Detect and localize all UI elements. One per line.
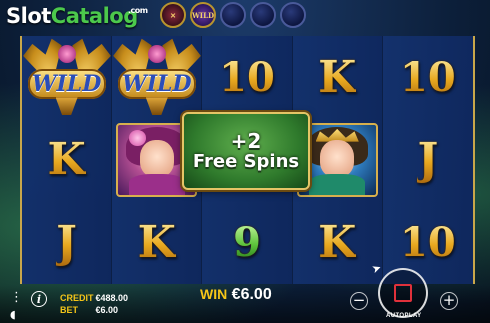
empty-slot-icon (220, 2, 246, 28)
reel-cell: K (112, 201, 203, 284)
wild-symbol: WILD (114, 39, 200, 116)
win-display: WIN €6.00 (200, 286, 272, 304)
logo-com-text: .com (128, 6, 148, 15)
reel-cell: 10 (382, 36, 473, 119)
credit-display: CREDIT €488.00 (60, 293, 128, 303)
reel-cell: 9 (202, 201, 293, 284)
ten-symbol: 10 (400, 219, 456, 267)
reel-cell: J (382, 118, 473, 202)
king-symbol: K (318, 51, 357, 103)
logo-catalog-text: Catalog (50, 4, 138, 28)
menu-icon[interactable]: ⋮ (10, 291, 24, 305)
ten-symbol: 10 (400, 53, 456, 101)
spin-stop-button[interactable] (378, 268, 428, 318)
reel-cell: WILD (22, 36, 112, 119)
king-symbol: K (137, 217, 176, 269)
credit-value: €488.00 (95, 293, 129, 303)
reel-cell: K (292, 36, 383, 119)
decrease-bet-button[interactable]: − (350, 292, 368, 310)
free-spins-count: +2 (230, 129, 262, 154)
free-spins-label: Free Spins (192, 151, 300, 173)
empty-slot-icon (280, 2, 306, 28)
reel-cell: K (292, 201, 383, 284)
credit-label: CREDIT (60, 293, 94, 303)
wild-symbol: WILD (24, 39, 110, 116)
feature-icons-bar: ✕ WILD (160, 2, 306, 32)
ten-symbol: 10 (219, 53, 275, 101)
empty-slot-icon (250, 2, 276, 28)
increase-bet-button[interactable]: + (440, 292, 458, 310)
stop-icon (394, 284, 412, 302)
reel-cell: K (22, 118, 113, 202)
info-icon[interactable]: i (31, 291, 47, 307)
sound-icon[interactable]: ◖ (10, 308, 16, 321)
king-symbol: K (47, 134, 86, 186)
free-spins-award-panel: +2 Free Spins (182, 112, 310, 190)
jack-symbol: J (56, 217, 77, 269)
bet-display: BET €6.00 (60, 305, 118, 315)
win-value: €6.00 (231, 286, 272, 303)
reel-cell: WILD (112, 36, 202, 119)
win-label: WIN (200, 286, 228, 302)
jack-symbol: J (417, 134, 439, 186)
reel-cell: 10 (202, 36, 293, 119)
king-symbol: K (318, 217, 357, 269)
reel-cell: J (22, 201, 113, 284)
autoplay-button[interactable]: AUTOPLAY (386, 313, 422, 319)
bet-value: €6.00 (95, 305, 119, 315)
logo-slot-text: Slot (6, 4, 51, 28)
gold-bell-icon: ✕ (160, 2, 186, 28)
nine-symbol: 9 (233, 219, 261, 267)
watermark-logo: SlotCatalog .com (6, 4, 148, 28)
bet-label: BET (60, 305, 78, 315)
wild-icon: WILD (190, 2, 216, 28)
